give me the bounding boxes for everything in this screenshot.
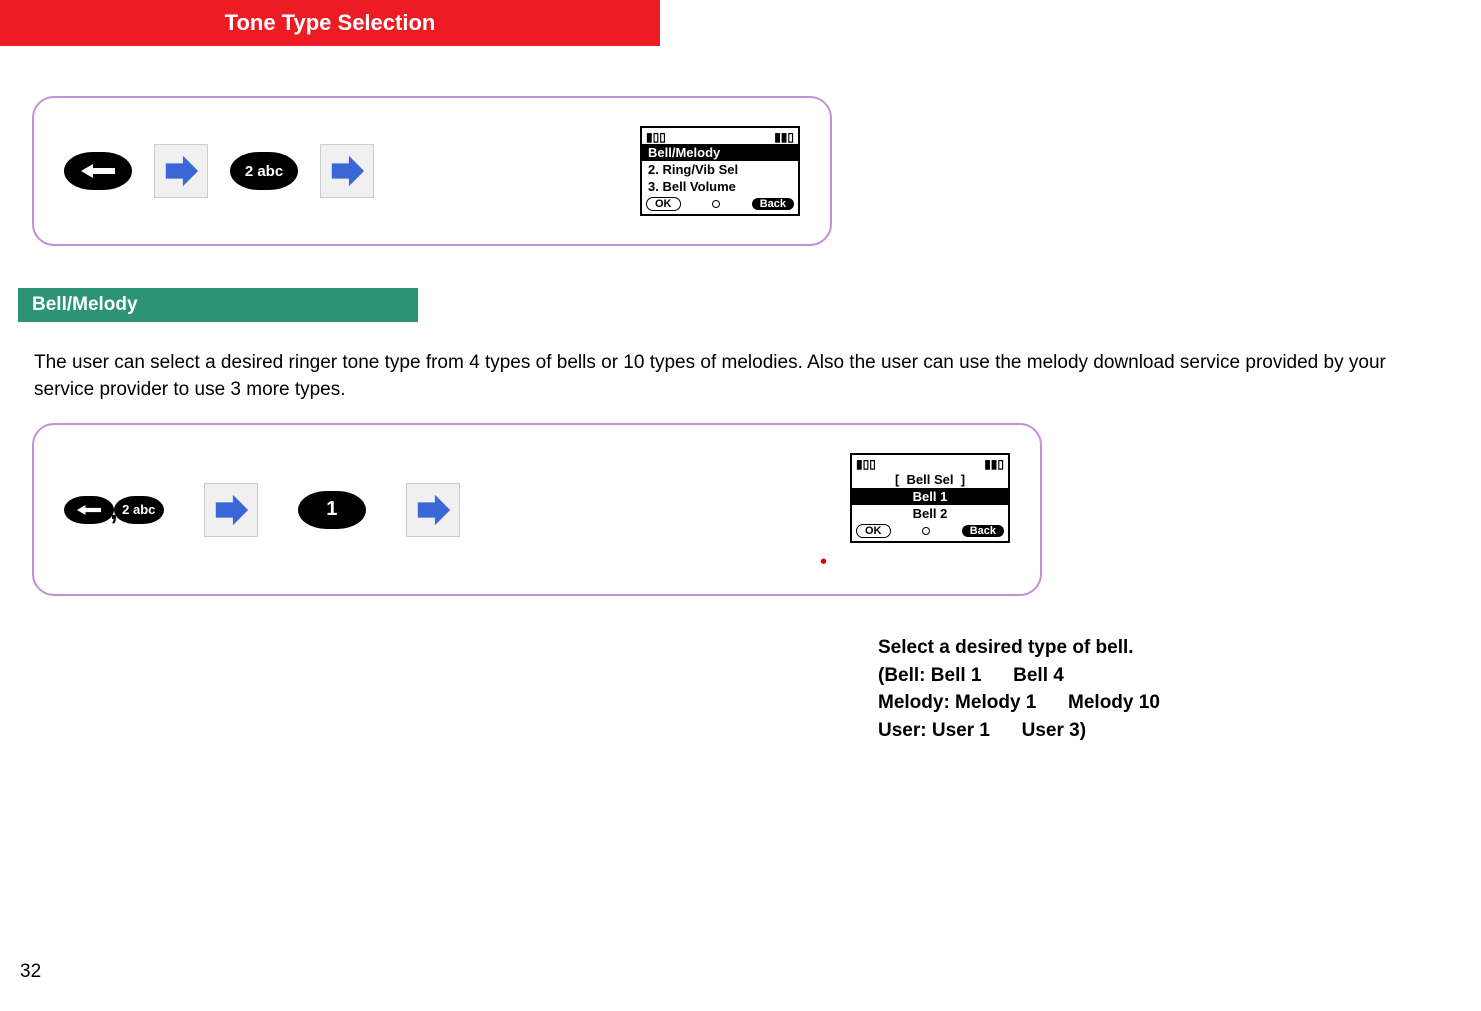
softkey-back: Back <box>962 525 1004 537</box>
menu-item-bell-volume: 3. Bell Volume <box>642 178 798 195</box>
instruction-block: Select a desired type of bell. (Bell: Be… <box>878 634 1481 744</box>
instruction-line: (Bell: Bell 1 Bell 4 <box>878 662 1481 690</box>
menu-key-icon <box>64 152 132 190</box>
keypad-2-icon: 2 abc <box>114 496 164 524</box>
diagram-box-1: 2 abc ▮▯▯ ▮▮▯ Bell/Melody 2. Ring/Vib Se… <box>32 96 832 246</box>
subsection-header-text: Bell/Melody <box>32 294 138 315</box>
option-bell-2: Bell 2 <box>852 505 1008 522</box>
option-bell-1: Bell 1 <box>852 488 1008 505</box>
keypad-2-label: 2 abc <box>245 163 283 180</box>
battery-icon: ▮▮▯ <box>774 130 794 144</box>
phone-screen-menu: ▮▯▯ ▮▮▯ Bell/Melody 2. Ring/Vib Sel 3. B… <box>640 126 800 216</box>
signal-icon: ▮▯▯ <box>856 457 876 471</box>
menu-item-ring-vib: 2. Ring/Vib Sel <box>642 161 798 178</box>
instruction-line: Melody: Melody 1 Melody 10 <box>878 689 1481 717</box>
section-header: Tone Type Selection <box>0 0 660 46</box>
intro-paragraph: The user can select a desired ringer ton… <box>34 350 1434 403</box>
arrow-right-icon <box>204 483 258 537</box>
arrow-right-icon <box>406 483 460 537</box>
diagram-box-2: , 2 abc 1 ▮▯▯ ▮▮▯ [ Bell Sel ] Bell 1 Be… <box>32 423 1042 596</box>
arrow-right-icon <box>154 144 208 198</box>
section-header-text: Tone Type Selection <box>225 10 436 35</box>
softkey-ok: OK <box>646 197 681 211</box>
phone-screen-bell-sel: ▮▯▯ ▮▮▯ [ Bell Sel ] Bell 1 Bell 2 OK Ba… <box>850 453 1010 543</box>
screen-title: [ Bell Sel ] <box>852 471 1008 488</box>
page-number: 32 <box>20 961 41 983</box>
battery-icon: ▮▮▯ <box>984 457 1004 471</box>
nav-dot-icon <box>922 527 930 535</box>
keypad-1-icon: 1 <box>298 491 366 529</box>
softkey-back: Back <box>752 198 794 210</box>
menu-key-icon <box>64 496 114 524</box>
keypad-2-label: 2 abc <box>122 502 155 517</box>
keypad-2-icon: 2 abc <box>230 152 298 190</box>
softkey-ok: OK <box>856 524 891 538</box>
red-dot-marker: • <box>820 551 980 574</box>
nav-dot-icon <box>712 200 720 208</box>
menu-item-bell-melody: Bell/Melody <box>642 144 798 161</box>
arrow-right-icon <box>320 144 374 198</box>
instruction-line: Select a desired type of bell. <box>878 634 1481 662</box>
signal-icon: ▮▯▯ <box>646 130 666 144</box>
keypad-1-label: 1 <box>326 498 337 521</box>
instruction-line: User: User 1 User 3) <box>878 717 1481 745</box>
subsection-header: Bell/Melody <box>18 288 418 322</box>
